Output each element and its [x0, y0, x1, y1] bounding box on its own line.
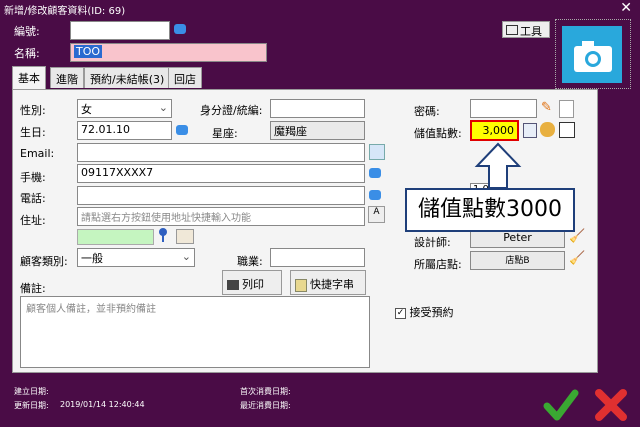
mobile-label: 手機:	[20, 171, 46, 184]
last-visit-label: 最近消費日期:	[240, 401, 291, 410]
birthday-label: 生日:	[20, 126, 46, 139]
password-label: 密碼:	[414, 105, 440, 118]
chevron-down-icon: ⌄	[158, 101, 168, 114]
phone-field[interactable]	[77, 186, 365, 205]
camera-icon[interactable]	[562, 26, 622, 83]
photo-frame[interactable]	[555, 19, 631, 89]
created-label: 建立日期:	[14, 387, 49, 396]
shortcut-button[interactable]: 快捷字串	[290, 270, 366, 295]
printer-icon	[227, 280, 239, 290]
cross-icon	[595, 389, 627, 421]
list-icon[interactable]	[523, 123, 537, 138]
first-visit-label: 首次消費日期:	[240, 387, 291, 396]
idnum-label: 身分證/統編:	[200, 104, 263, 117]
confirm-button[interactable]	[542, 386, 580, 424]
close-icon[interactable]: ✕	[620, 0, 632, 16]
print-label: 列印	[242, 278, 264, 291]
check-icon	[543, 389, 579, 421]
card-icon[interactable]	[559, 122, 575, 138]
accept-booking-label: 接受預約	[409, 306, 454, 319]
broom-icon[interactable]: 🧹	[569, 251, 585, 268]
store-field[interactable]: 店點B	[470, 251, 565, 270]
shortcut-label: 快捷字串	[310, 278, 354, 291]
checkbox-icon: ✓	[395, 307, 406, 319]
category-select[interactable]: 一般 ⌄	[77, 248, 195, 267]
gender-value: 女	[81, 103, 92, 116]
mail-icon[interactable]	[369, 144, 385, 160]
name-field[interactable]: TOO	[70, 43, 267, 62]
updated-value: 2019/01/14 12:40:44	[60, 400, 145, 409]
chat-icon[interactable]	[369, 190, 381, 200]
job-field[interactable]	[270, 248, 365, 267]
stored-points-label: 儲值點數:	[414, 127, 462, 140]
chat-icon[interactable]	[176, 125, 188, 135]
tab-booking[interactable]: 預約/未結帳(3)	[84, 67, 171, 88]
gender-select[interactable]: 女 ⌄	[77, 99, 172, 118]
password-field[interactable]	[470, 99, 537, 118]
title-bar: 新增/修改顧客資料(ID: 69) ✕	[0, 0, 640, 17]
idnum-field[interactable]	[270, 99, 365, 118]
document-icon[interactable]	[559, 100, 574, 118]
notes-textarea[interactable]: 顧客個人備註，並非預約備註	[20, 296, 370, 368]
note-icon	[295, 278, 307, 292]
mobile-field[interactable]: 09117XXXX7	[77, 164, 365, 183]
cancel-button[interactable]	[592, 386, 630, 424]
pin-icon[interactable]	[157, 227, 169, 242]
notes-label: 備註:	[20, 282, 46, 295]
zodiac-label: 星座:	[212, 127, 238, 140]
up-arrow-annotation	[473, 142, 523, 190]
zodiac-field: 魔羯座	[270, 121, 365, 140]
window-title: 新增/修改顧客資料(ID: 69)	[4, 6, 126, 17]
tools-label: 工具	[520, 25, 542, 38]
address-helper-icon[interactable]: A	[368, 206, 385, 223]
id-field[interactable]	[70, 21, 170, 40]
store-label: 所屬店點:	[414, 258, 462, 271]
callout-box: 儲值點數3000	[405, 188, 575, 232]
job-label: 職業:	[237, 255, 263, 268]
category-value: 一般	[81, 252, 103, 265]
email-field[interactable]	[77, 143, 365, 162]
zip-field[interactable]	[77, 229, 154, 245]
birthday-field[interactable]: 72.01.10	[77, 121, 172, 140]
chevron-down-icon: ⌄	[181, 250, 191, 263]
print-button[interactable]: 列印	[222, 270, 282, 295]
name-value: TOO	[74, 45, 103, 58]
tab-advanced[interactable]: 進階	[50, 67, 84, 88]
window-icon	[506, 25, 518, 35]
tab-basic[interactable]: 基本	[12, 66, 46, 89]
tab-return[interactable]: 回店	[168, 67, 202, 88]
chat-icon[interactable]	[369, 168, 381, 178]
chat-icon[interactable]	[174, 24, 186, 34]
updated-label: 更新日期:	[14, 401, 49, 410]
stored-points-field[interactable]: 3,000	[470, 120, 519, 141]
tools-button[interactable]: 工具	[502, 21, 550, 38]
email-label: Email:	[20, 147, 55, 160]
name-label: 名稱:	[14, 47, 40, 60]
accept-booking-checkbox[interactable]: ✓ 接受預約	[395, 304, 454, 320]
map-icon[interactable]	[176, 229, 194, 244]
address-label: 住址:	[20, 214, 46, 227]
address-field[interactable]: 請點選右方按鈕使用地址快捷輸入功能	[77, 207, 365, 226]
gender-label: 性別:	[20, 104, 46, 117]
designer-label: 設計師:	[414, 236, 451, 249]
id-label: 編號:	[14, 25, 40, 38]
phone-label: 電話:	[20, 192, 46, 205]
pencil-icon[interactable]: ✎	[541, 100, 555, 116]
category-label: 顧客類別:	[20, 255, 68, 268]
coins-icon[interactable]	[540, 122, 555, 137]
